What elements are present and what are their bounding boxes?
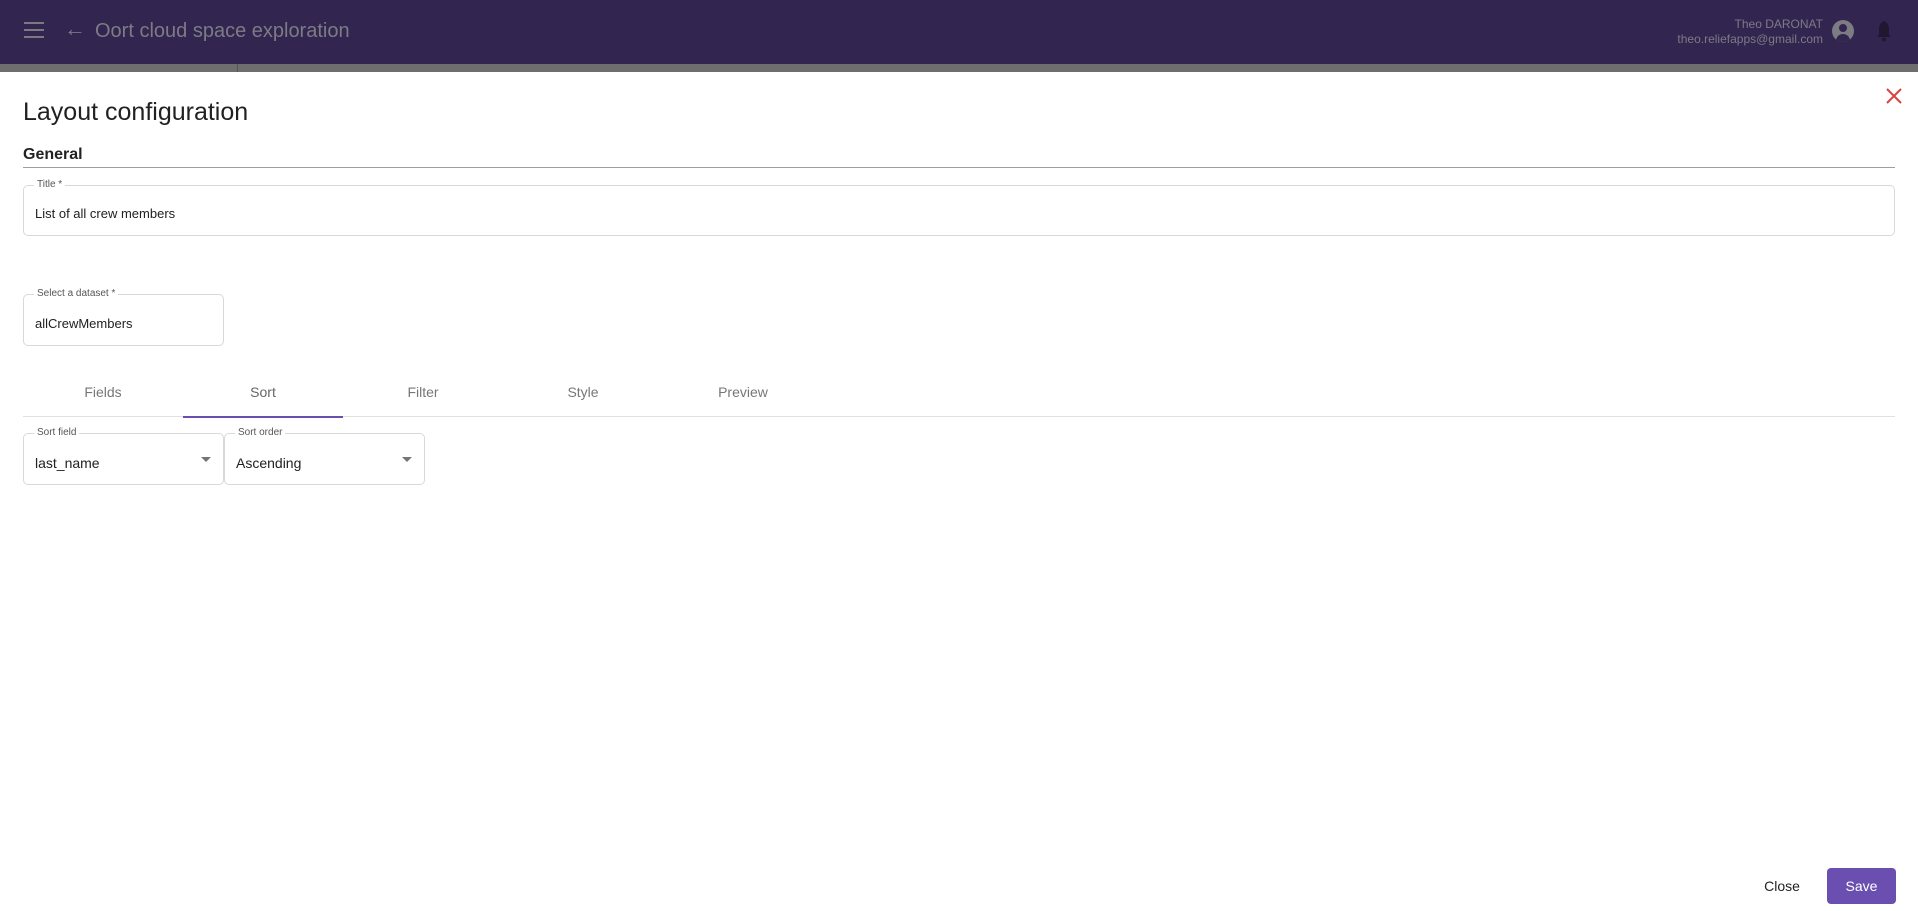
dataset-select[interactable]: Select a dataset * allCrewMembers bbox=[23, 288, 224, 346]
app-header: ← Oort cloud space exploration Theo DARO… bbox=[0, 0, 1918, 64]
notifications-bell-icon[interactable] bbox=[1876, 20, 1892, 42]
sort-order-label: Sort order bbox=[235, 427, 286, 438]
dropdown-arrow-icon[interactable] bbox=[201, 457, 211, 462]
title-field-label: Title * bbox=[34, 179, 66, 190]
dataset-select-label: Select a dataset * bbox=[34, 288, 119, 299]
close-button[interactable]: Close bbox=[1750, 868, 1814, 904]
divider bbox=[237, 64, 238, 72]
close-icon[interactable] bbox=[1884, 86, 1904, 106]
section-title: General bbox=[23, 146, 83, 163]
title-field[interactable]: Title * List of all crew members bbox=[23, 179, 1895, 236]
user-email: theo.reliefapps@gmail.com bbox=[1677, 32, 1823, 46]
dropdown-arrow-icon[interactable] bbox=[402, 457, 412, 462]
dataset-select-value[interactable]: allCrewMembers bbox=[35, 316, 133, 331]
tab-filter[interactable]: Filter bbox=[343, 374, 503, 417]
back-arrow-icon[interactable]: ← bbox=[64, 18, 86, 40]
dialog-title: Layout configuration bbox=[23, 98, 249, 126]
user-name: Theo DARONAT bbox=[1734, 17, 1823, 31]
tab-style[interactable]: Style bbox=[503, 374, 663, 417]
title-field-value[interactable]: List of all crew members bbox=[35, 206, 175, 221]
section-divider bbox=[23, 167, 1895, 168]
sort-order-select[interactable]: Sort order Ascending bbox=[224, 427, 425, 485]
sort-order-value[interactable]: Ascending bbox=[236, 455, 301, 471]
tab-sort[interactable]: Sort bbox=[183, 374, 343, 418]
tab-preview[interactable]: Preview bbox=[663, 374, 823, 417]
user-info: Theo DARONAT theo.reliefapps@gmail.com bbox=[1677, 17, 1823, 47]
menu-icon[interactable] bbox=[24, 22, 44, 38]
sort-field-label: Sort field bbox=[34, 427, 80, 438]
sort-field-select[interactable]: Sort field last_name bbox=[23, 427, 224, 485]
config-tabs: Fields Sort Filter Style Preview bbox=[23, 374, 1895, 418]
sort-field-value[interactable]: last_name bbox=[35, 455, 100, 471]
app-title: Oort cloud space exploration bbox=[95, 20, 350, 42]
page-backdrop bbox=[0, 64, 1918, 72]
account-circle-icon[interactable] bbox=[1832, 20, 1854, 42]
tab-fields[interactable]: Fields bbox=[23, 374, 183, 417]
save-button[interactable]: Save bbox=[1827, 868, 1896, 904]
